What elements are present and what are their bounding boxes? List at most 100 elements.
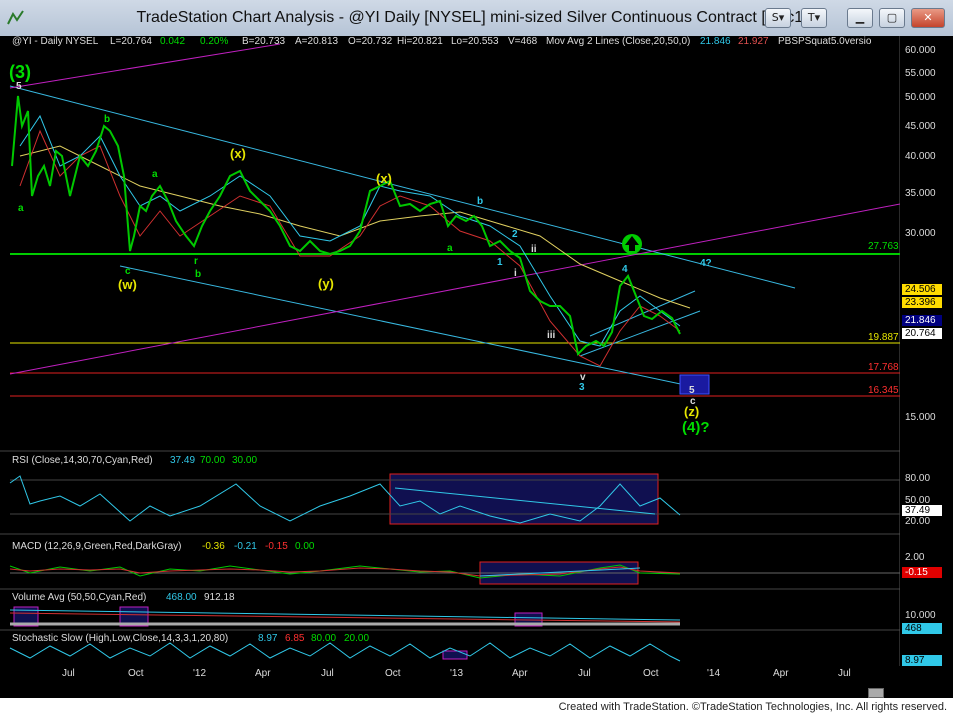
rsi-os: 30.00 xyxy=(232,455,258,466)
open-price: O=20.732 xyxy=(348,36,393,47)
wave-3-small-label: 3 xyxy=(579,382,585,393)
wave-5-top-label: 5 xyxy=(16,81,22,92)
rsi-tick: 20.00 xyxy=(905,516,931,527)
y-tick: 40.000 xyxy=(905,151,936,162)
y-tick: 15.000 xyxy=(905,412,936,423)
stoch-label: Stochastic Slow (High,Low,Close,14,3,3,1… xyxy=(12,633,229,644)
x-tick: Jul xyxy=(321,668,334,679)
stoch-box xyxy=(442,650,468,660)
copyright-text: Created with TradeStation. ©TradeStation… xyxy=(558,701,947,713)
x-tick: Oct xyxy=(385,668,401,679)
wave-5-label: 5 xyxy=(689,385,695,396)
maximize-button[interactable]: ▢ xyxy=(879,8,905,28)
chart-area[interactable]: @YI - Daily NYSEL L=20.764 0.042 0.20% B… xyxy=(0,36,953,686)
price-scale[interactable] xyxy=(900,36,953,686)
volume-value-2: 912.18 xyxy=(204,592,235,603)
macd-tick: 2.00 xyxy=(905,552,925,563)
level-label-17768: 17.768 xyxy=(868,362,899,373)
x-tick: Jul xyxy=(62,668,75,679)
y-tick: 55.000 xyxy=(905,68,936,79)
stoch-tag: 8.97 xyxy=(902,655,942,666)
x-tick: '13 xyxy=(450,668,464,679)
stoch-ob-value: 80.00 xyxy=(311,633,337,644)
price-tag-21846: 21.846 xyxy=(902,315,942,326)
volume-value-1: 468.00 xyxy=(166,592,197,603)
scrollbar-thumb[interactable] xyxy=(868,688,884,698)
wave-b1-label: b xyxy=(104,114,111,125)
purple-trendline-top xyxy=(9,43,281,89)
macd-value: -0.36 xyxy=(202,541,225,552)
price-tag-20764: 20.764 xyxy=(902,328,942,339)
stoch-k-value: 8.97 xyxy=(258,633,278,644)
indicator-name: PBSPSquat5.0versio xyxy=(778,36,872,47)
wave-i-label: i xyxy=(514,268,517,279)
x-tick: Jul xyxy=(578,668,591,679)
price-tag-24506: 24.506 xyxy=(902,284,942,295)
purple-trendline xyxy=(9,203,901,375)
wave-b3-label: b xyxy=(477,196,484,207)
symbol-label: @YI - Daily NYSEL xyxy=(12,36,99,47)
wave-a-label: a xyxy=(152,169,158,180)
ma-slow-value: 21.927 xyxy=(738,36,769,47)
t-dropdown-button[interactable]: T▾ xyxy=(801,8,827,28)
x-tick: '14 xyxy=(707,668,721,679)
net-change: 0.042 xyxy=(160,36,186,47)
wedge-lower xyxy=(579,310,701,357)
x-tick: Oct xyxy=(128,668,144,679)
pct-change: 0.20% xyxy=(200,36,229,47)
volume-value: V=468 xyxy=(508,36,538,47)
ma-red xyxy=(19,129,681,367)
wave-a1-label: a xyxy=(18,203,24,214)
macd-diff-value: -0.15 xyxy=(265,541,288,552)
stoch-d-value: 6.85 xyxy=(285,633,305,644)
last-price: L=20.764 xyxy=(110,36,152,47)
title-bar: TradeStation Chart Analysis - @YI Daily … xyxy=(0,0,953,37)
price-series xyxy=(11,95,681,357)
close-button[interactable]: ✕ xyxy=(911,8,945,28)
volume-tag: 468 xyxy=(902,623,942,634)
ask-price: A=20.813 xyxy=(295,36,339,47)
stoch-k xyxy=(9,642,681,662)
wave-1-label: 1 xyxy=(497,257,503,268)
ma-fast-value: 21.846 xyxy=(700,36,731,47)
wave-r-label: r xyxy=(194,256,198,267)
volume-label: Volume Avg (50,50,Cyan,Red) xyxy=(12,592,147,603)
high-price: Hi=20.821 xyxy=(397,36,443,47)
wave-4q-label: 4? xyxy=(700,258,712,269)
footer: Created with TradeStation. ©TradeStation… xyxy=(0,698,953,716)
x-tick: '12 xyxy=(193,668,207,679)
x-tick: Apr xyxy=(255,668,271,679)
channel-lower xyxy=(119,265,691,387)
wave-z-label: (z) xyxy=(684,404,700,419)
wave-x2-label: (x) xyxy=(376,171,392,186)
y-tick: 35.000 xyxy=(905,188,936,199)
stoch-os-value: 20.00 xyxy=(344,633,370,644)
low-price: Lo=20.553 xyxy=(451,36,499,47)
minimize-button[interactable]: ▁ xyxy=(847,8,873,28)
price-tag-23396: 23.396 xyxy=(902,297,942,308)
y-tick: 60.000 xyxy=(905,45,936,56)
wave-2-label: 2 xyxy=(512,229,518,240)
level-label-27763: 27.763 xyxy=(868,241,899,252)
wave-3-label: (3) xyxy=(9,62,31,82)
y-tick: 50.000 xyxy=(905,92,936,103)
x-tick: Apr xyxy=(512,668,528,679)
rsi-value: 37.49 xyxy=(170,455,196,466)
horizontal-scrollbar[interactable] xyxy=(0,686,953,698)
wave-ii-label: ii xyxy=(531,244,537,255)
s-dropdown-button[interactable]: S▾ xyxy=(765,8,791,28)
rsi-ob: 70.00 xyxy=(200,455,226,466)
rsi-tick: 80.00 xyxy=(905,473,931,484)
ma-label: Mov Avg 2 Lines (Close,20,50,0) xyxy=(546,36,691,47)
y-tick: 45.000 xyxy=(905,121,936,132)
x-tick: Oct xyxy=(643,668,659,679)
level-label-16345: 16.345 xyxy=(868,385,899,396)
macd-zero-value: 0.00 xyxy=(295,541,315,552)
wave-y-label: (y) xyxy=(318,276,334,291)
rsi-tag: 37.49 xyxy=(902,505,942,516)
wave-4q-big-label: (4)? xyxy=(682,419,710,436)
x-tick: Apr xyxy=(773,668,789,679)
wave-b-label: b xyxy=(195,269,202,280)
wave-x1-label: (x) xyxy=(230,146,246,161)
up-arrow-marker-icon xyxy=(622,234,642,254)
